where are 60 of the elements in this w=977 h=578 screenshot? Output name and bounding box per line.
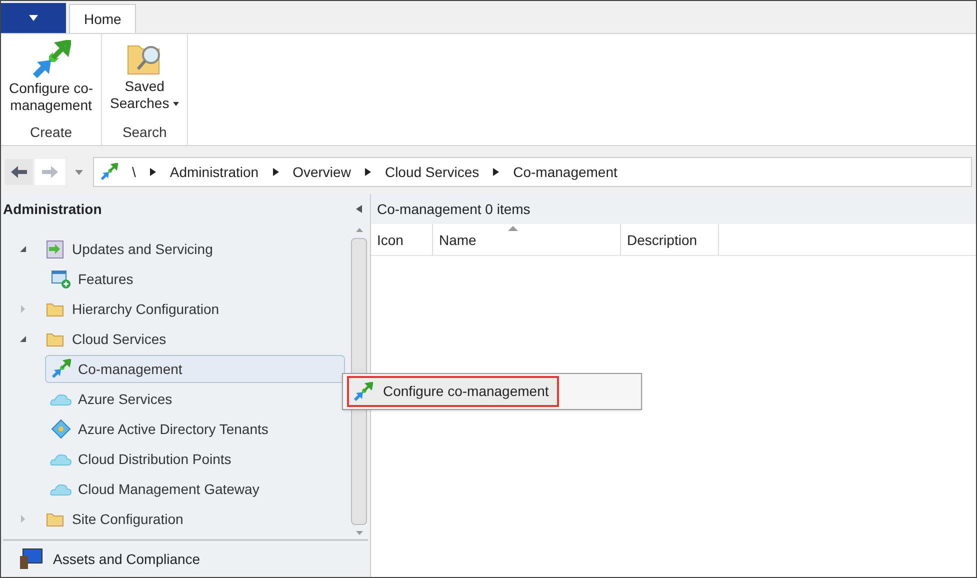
cloud-icon [50, 452, 72, 466]
tree-item[interactable]: Azure Active Directory Tenants [45, 415, 278, 443]
tree-item[interactable]: Cloud Services [39, 325, 176, 353]
folder-icon [46, 511, 64, 527]
tree-item[interactable]: Updates and Servicing [39, 235, 222, 263]
chevron-icon [364, 168, 371, 176]
tree-item[interactable]: Cloud Distribution Points [45, 445, 240, 473]
collapse-pane-icon[interactable] [356, 205, 362, 213]
chevron-icon [150, 168, 156, 176]
column-header[interactable]: Icon [371, 224, 433, 255]
tree-item[interactable]: Hierarchy Configuration [39, 295, 228, 323]
collapse-icon[interactable] [19, 335, 27, 343]
sort-icon [508, 226, 518, 231]
address-bar[interactable]: \ Administration Overview Cloud Services Co-management [93, 157, 972, 187]
tree-item[interactable]: Features [45, 265, 142, 293]
history-dropdown-icon[interactable] [75, 170, 83, 174]
expand-icon[interactable] [19, 305, 27, 313]
folder-icon [46, 301, 64, 317]
ribbon-tab[interactable]: Home [69, 4, 136, 33]
diamond-icon [51, 419, 71, 439]
back-button[interactable] [5, 159, 33, 185]
tree-item[interactable]: Azure Services [45, 385, 182, 413]
forward-arrow-icon [41, 165, 59, 179]
breadcrumb[interactable]: Overview [292, 162, 351, 182]
cloud-icon [50, 392, 72, 406]
group-label: Create [30, 123, 72, 142]
arrows-icon [100, 163, 118, 181]
breadcrumb[interactable]: \ [132, 162, 136, 182]
workspace-item[interactable]: Assets and Compliance [53, 548, 200, 570]
breadcrumb[interactable]: Co-management [513, 162, 618, 182]
scroll-down-icon[interactable] [356, 531, 362, 535]
chevron-icon [272, 168, 279, 176]
chevron-icon [493, 168, 500, 176]
folder-icon [46, 331, 64, 347]
tree-item[interactable]: Cloud Management Gateway [45, 475, 268, 503]
column-header[interactable]: Name [433, 224, 621, 255]
list-title: Co-management 0 items [377, 200, 530, 219]
caret-icon [173, 102, 180, 106]
menu-item[interactable]: Configure co-management [347, 376, 559, 407]
ribbon-button[interactable]: Saved Searches [110, 40, 180, 112]
dropdown-icon [29, 15, 38, 21]
tree-item[interactable]: Co-management [45, 355, 345, 383]
pane-title: Administration [2, 200, 102, 218]
features-icon [51, 269, 71, 289]
arrows-icon [353, 382, 373, 402]
update-package-icon [44, 238, 66, 260]
tree-item[interactable]: Site Configuration [39, 505, 192, 533]
column-header[interactable]: Description [621, 224, 719, 255]
back-arrow-icon [10, 165, 28, 179]
collapse-icon[interactable] [19, 245, 27, 253]
scroll-up-icon[interactable] [356, 228, 362, 232]
computer-icon [19, 548, 43, 570]
ribbon-button[interactable]: Configure co- management [9, 40, 94, 114]
expand-icon[interactable] [19, 515, 27, 523]
group-label: Search [122, 123, 167, 142]
breadcrumb[interactable]: Cloud Services [384, 162, 480, 182]
arrows-icon [51, 359, 71, 379]
arrows-icon [31, 40, 72, 80]
cloud-icon [50, 482, 72, 496]
breadcrumb[interactable]: Administration [170, 162, 259, 182]
